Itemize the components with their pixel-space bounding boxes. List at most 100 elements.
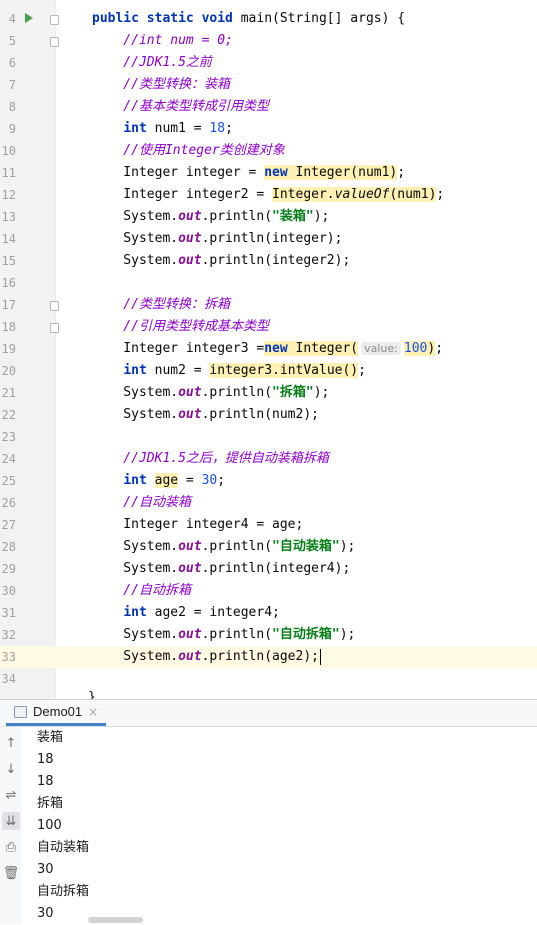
trash-icon[interactable]: 🗑: [2, 864, 20, 882]
code-text: //自动装箱: [92, 492, 191, 514]
line-number[interactable]: 14: [0, 228, 16, 250]
code-token: System.: [92, 407, 179, 422]
print-icon[interactable]: ⎙: [2, 838, 20, 856]
code-token: main(String[] args) {: [240, 11, 406, 26]
arrow-down-icon[interactable]: ↓: [2, 760, 20, 778]
code-line[interactable]: 17 //类型转换：拆箱: [0, 294, 537, 316]
line-number[interactable]: 10: [0, 140, 16, 162]
code-token: valueOf: [334, 187, 390, 202]
line-number[interactable]: 6: [0, 52, 16, 74]
code-line[interactable]: 31 int age2 = integer4;: [0, 602, 537, 624]
code-line[interactable]: 28 System.out.println("自动装箱");: [0, 536, 537, 558]
code-line[interactable]: 15 System.out.println(integer2);: [0, 250, 537, 272]
code-text: Integer integer4 = age;: [92, 514, 303, 536]
fold-icon[interactable]: [50, 323, 59, 333]
code-line[interactable]: 12 Integer integer2 = Integer.valueOf(nu…: [0, 184, 537, 206]
code-token: Integer(num1): [287, 165, 398, 180]
code-token: int: [123, 363, 147, 378]
code-token: //JDK1.5之前: [92, 55, 212, 70]
fold-icon[interactable]: [50, 37, 59, 47]
code-line[interactable]: 9 int num1 = 18;: [0, 118, 537, 140]
code-token: out: [178, 385, 202, 400]
code-line[interactable]: 24 //JDK1.5之后，提供自动装箱拆箱: [0, 448, 537, 470]
code-token: System.: [92, 231, 179, 246]
code-token: 100: [403, 341, 428, 356]
line-number[interactable]: 5: [0, 30, 16, 52]
line-number[interactable]: 31: [0, 602, 16, 624]
close-icon[interactable]: ×: [88, 705, 98, 719]
code-line[interactable]: 18 //引用类型转成基本类型: [0, 316, 537, 338]
line-number[interactable]: 23: [0, 426, 16, 448]
code-line[interactable]: 34: [0, 668, 537, 690]
code-editor[interactable]: 4 public static void main(String[] args) …: [0, 0, 537, 699]
closing-brace: }: [88, 690, 96, 700]
code-line[interactable]: 11 Integer integer = new Integer(num1);: [0, 162, 537, 184]
line-number[interactable]: 29: [0, 558, 16, 580]
code-line[interactable]: 21 System.out.println("拆箱");: [0, 382, 537, 404]
code-line[interactable]: 13 System.out.println("装箱");: [0, 206, 537, 228]
line-number[interactable]: 24: [0, 448, 16, 470]
line-number[interactable]: 21: [0, 382, 16, 404]
line-number[interactable]: 11: [0, 162, 16, 184]
line-number[interactable]: 33: [0, 646, 16, 668]
line-number[interactable]: 28: [0, 536, 16, 558]
line-number[interactable]: 34: [0, 668, 16, 690]
code-line[interactable]: 30 //自动拆箱: [0, 580, 537, 602]
code-line[interactable]: 33 System.out.println(age2);: [0, 646, 537, 668]
code-token: ;: [358, 363, 366, 378]
line-number[interactable]: 25: [0, 470, 16, 492]
line-number[interactable]: 15: [0, 250, 16, 272]
soft-wrap-icon[interactable]: ⇌: [2, 786, 20, 804]
arrow-up-icon[interactable]: ↑: [2, 734, 20, 752]
line-number[interactable]: 18: [0, 316, 16, 338]
fold-icon[interactable]: [50, 15, 59, 25]
code-line[interactable]: 7 //类型转换：装箱: [0, 74, 537, 96]
scroll-to-end-icon[interactable]: ⇊: [2, 812, 20, 830]
code-line[interactable]: 4 public static void main(String[] args) …: [0, 8, 537, 30]
code-token: Integer integer2 =: [92, 187, 273, 202]
code-line[interactable]: 29 System.out.println(integer4);: [0, 558, 537, 580]
code-line[interactable]: 14 System.out.println(integer);: [0, 228, 537, 250]
line-number[interactable]: 22: [0, 404, 16, 426]
line-number[interactable]: 16: [0, 272, 16, 294]
line-number[interactable]: 17: [0, 294, 16, 316]
line-number[interactable]: 8: [0, 96, 16, 118]
code-line[interactable]: 25 int age = 30;: [0, 470, 537, 492]
code-text: System.out.println("自动装箱");: [92, 536, 355, 558]
code-line[interactable]: 6 //JDK1.5之前: [0, 52, 537, 74]
code-line[interactable]: 27 Integer integer4 = age;: [0, 514, 537, 536]
code-token: new: [264, 165, 288, 180]
tab-demo01[interactable]: Demo01 ×: [6, 700, 107, 726]
line-number[interactable]: 20: [0, 360, 16, 382]
code-line[interactable]: 16: [0, 272, 537, 294]
line-number[interactable]: 9: [0, 118, 16, 140]
code-token: "自动拆箱": [272, 627, 340, 642]
code-token: //基本类型转成引用类型: [92, 99, 269, 114]
code-line[interactable]: 5 //int num = 0;: [0, 30, 537, 52]
line-number[interactable]: 13: [0, 206, 16, 228]
line-number[interactable]: 4: [0, 8, 16, 30]
code-line[interactable]: 20 int num2 = integer3.intValue();: [0, 360, 537, 382]
line-number[interactable]: 26: [0, 492, 16, 514]
line-number[interactable]: 30: [0, 580, 16, 602]
code-line[interactable]: 32 System.out.println("自动拆箱");: [0, 624, 537, 646]
code-token: .println(: [201, 627, 273, 642]
code-token: System.: [92, 649, 179, 664]
code-line[interactable]: 23: [0, 426, 537, 448]
code-token: .println(age2);: [201, 649, 319, 664]
code-line[interactable]: 8 //基本类型转成引用类型: [0, 96, 537, 118]
code-token: out: [178, 253, 202, 268]
code-line[interactable]: 10 //使用Integer类创建对象: [0, 140, 537, 162]
code-line[interactable]: 19 Integer integer3 =new Integer(value: 1…: [0, 338, 537, 360]
code-line[interactable]: 22 System.out.println(num2);: [0, 404, 537, 426]
line-number[interactable]: 12: [0, 184, 16, 206]
line-number[interactable]: 27: [0, 514, 16, 536]
line-number[interactable]: 19: [0, 338, 16, 360]
code-line[interactable]: 26 //自动装箱: [0, 492, 537, 514]
run-icon[interactable]: [25, 13, 33, 23]
fold-icon[interactable]: [50, 301, 59, 311]
line-number[interactable]: 7: [0, 74, 16, 96]
horizontal-scrollbar[interactable]: [88, 917, 143, 923]
line-number[interactable]: 32: [0, 624, 16, 646]
